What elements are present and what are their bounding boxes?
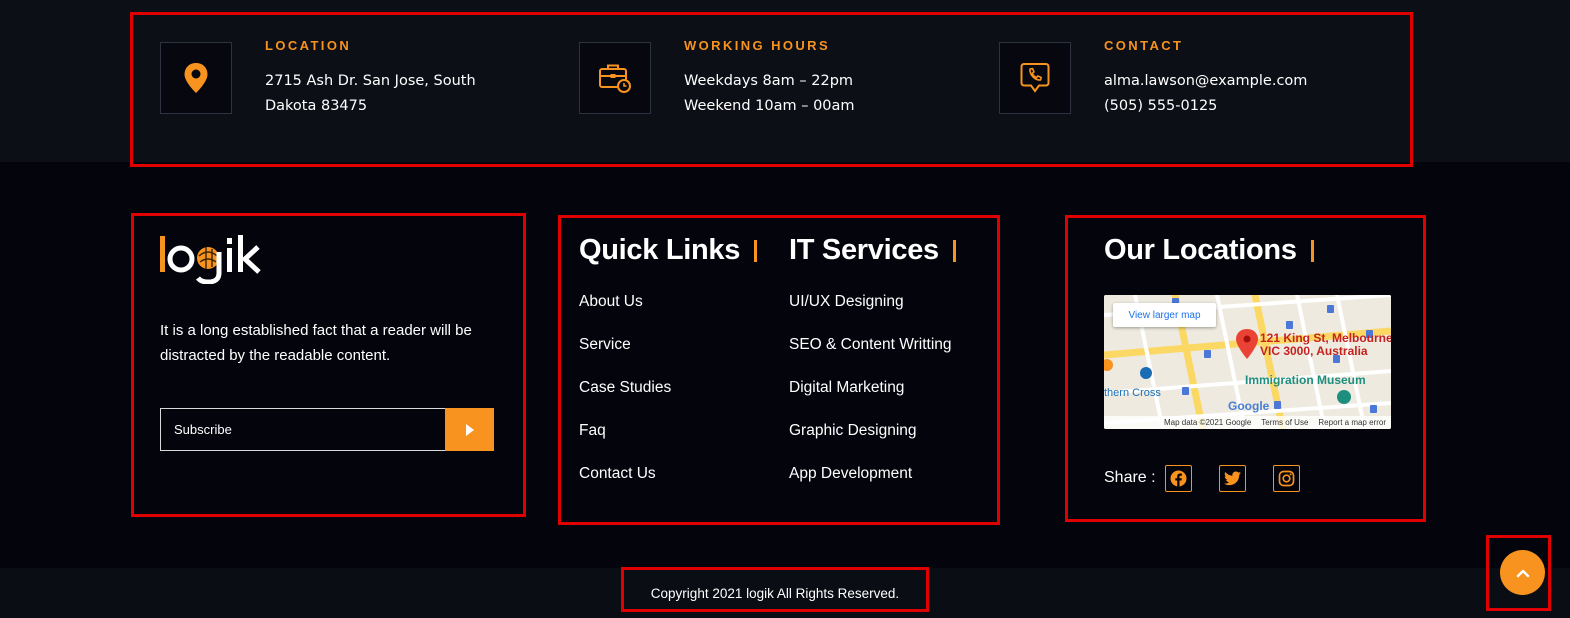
heading-accent-bar [754,240,758,262]
map-report-link[interactable]: Report a map error [1318,418,1386,427]
subscribe-form [160,408,494,451]
it-services-heading: IT Services [789,234,956,267]
quick-link-case-studies[interactable]: Case Studies [579,377,671,420]
service-link-marketing[interactable]: Digital Marketing [789,377,952,420]
service-link-uiux[interactable]: UI/UX Designing [789,291,952,334]
instagram-icon [1278,470,1295,487]
service-link-app[interactable]: App Development [789,463,952,506]
quick-link-service[interactable]: Service [579,334,671,377]
locations-heading: Our Locations [1104,234,1314,267]
location-pin-icon [160,42,232,114]
contact-phone[interactable]: (505) 555-0125 [1104,94,1307,119]
instagram-link[interactable] [1273,465,1300,492]
map-poi-label: Immigration Museum [1245,373,1366,387]
hours-title: WORKING HOURS [684,38,831,53]
map-data-text: Map data ©2021 Google [1163,418,1252,427]
about-text: It is a long established fact that a rea… [160,322,472,364]
caret-right-icon [465,423,474,436]
hours-line-1: Weekdays 8am – 22pm [684,73,854,89]
location-map[interactable]: View larger map 121 King St, Melbourne V… [1104,295,1391,429]
quick-link-about[interactable]: About Us [579,291,671,334]
subscribe-input[interactable] [160,408,445,451]
map-station-label: thern Cross [1104,387,1161,399]
subscribe-button[interactable] [445,408,494,451]
hours-line-2: Weekend 10am – 00am [684,98,855,114]
twitter-link[interactable] [1219,465,1246,492]
twitter-icon [1224,471,1241,486]
briefcase-clock-icon [579,42,651,114]
facebook-link[interactable] [1165,465,1192,492]
info-location: LOCATION 2715 Ash Dr. San Jose, South Da… [160,38,476,119]
back-to-top-button[interactable] [1500,550,1545,595]
logik-logo[interactable] [160,232,270,285]
it-services-list: UI/UX Designing SEO & Content Writting D… [789,291,952,506]
map-terms-link[interactable]: Terms of Use [1261,418,1308,427]
quick-link-contact[interactable]: Contact Us [579,463,671,506]
service-link-seo[interactable]: SEO & Content Writting [789,334,952,377]
contact-email[interactable]: alma.lawson@example.com [1104,69,1307,94]
info-hours: WORKING HOURS Weekdays 8am – 22pm Weeken… [579,38,855,119]
google-logo: Google [1228,399,1270,413]
quick-links-heading: Quick Links [579,234,758,267]
quick-links-list: About Us Service Case Studies Faq Contac… [579,291,671,506]
map-address: 121 King St, Melbourne VIC 3000, Austral… [1260,331,1391,358]
map-footer: Map data ©2021 Google Terms of Use Repor… [1104,416,1391,429]
info-contact: CONTACT alma.lawson@example.com (505) 55… [999,38,1307,119]
contact-title: CONTACT [1104,38,1184,53]
share-label: Share : [1104,469,1156,486]
chevron-up-icon [1516,569,1529,577]
quick-link-faq[interactable]: Faq [579,420,671,463]
facebook-icon [1170,470,1187,487]
location-line-2: Dakota 83475 [265,98,368,114]
heading-accent-bar [952,240,956,262]
phone-chat-icon [999,42,1071,114]
service-link-graphic[interactable]: Graphic Designing [789,420,952,463]
heading-accent-bar [1310,240,1314,262]
copyright-text: Copyright 2021 logik All Rights Reserved… [650,586,900,601]
location-line-1: 2715 Ash Dr. San Jose, South [265,73,476,89]
view-larger-map-button[interactable]: View larger map [1113,303,1216,327]
location-title: LOCATION [265,38,352,53]
